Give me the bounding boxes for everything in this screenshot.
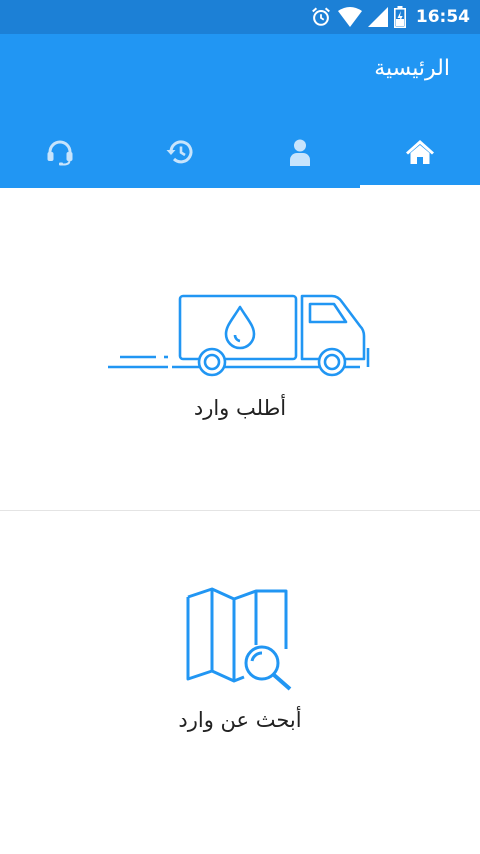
signal-icon <box>367 7 388 27</box>
request-label: أطلب وارد <box>193 396 287 420</box>
battery-icon <box>393 6 406 28</box>
request-card[interactable]: أطلب وارد <box>0 188 480 510</box>
search-card[interactable]: أبحث عن وارد <box>0 511 480 854</box>
map-search-icon <box>186 587 296 695</box>
tab-history[interactable] <box>120 116 240 188</box>
home-icon <box>405 139 435 165</box>
tab-bar <box>0 116 480 188</box>
status-bar: 16:54 <box>0 0 480 34</box>
history-icon <box>165 138 195 166</box>
person-icon <box>288 138 312 166</box>
tab-profile[interactable] <box>240 116 360 188</box>
tab-support[interactable] <box>0 116 120 188</box>
search-label: أبحث عن وارد <box>178 708 302 732</box>
alarm-icon <box>310 6 332 28</box>
app-bar: الرئيسية <box>0 34 480 188</box>
wifi-icon <box>337 7 362 27</box>
tab-home[interactable] <box>360 116 480 188</box>
water-truck-icon <box>106 290 376 386</box>
status-time: 16:54 <box>415 7 470 27</box>
status-icons: 16:54 <box>310 0 470 34</box>
page-title: الرئيسية <box>374 56 450 81</box>
headset-icon <box>45 138 75 166</box>
